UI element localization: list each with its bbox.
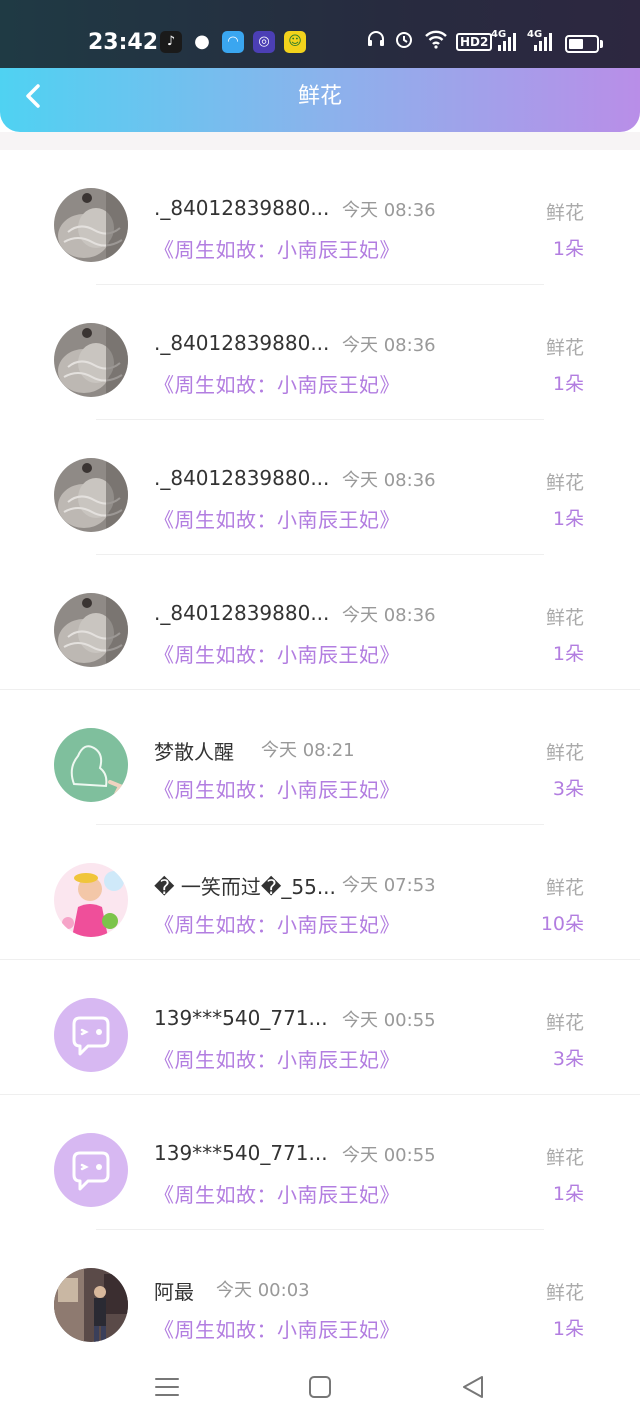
- back-button[interactable]: [18, 80, 58, 120]
- gift-time: 今天 07:53: [342, 875, 436, 896]
- gift-type-label: 鲜花: [545, 202, 584, 224]
- avatar[interactable]: [54, 1133, 128, 1207]
- sender-name: ._84012839880...: [154, 466, 330, 490]
- book-title[interactable]: 《周生如故：小南辰王妃》: [154, 1179, 400, 1208]
- gift-type-label: 鲜花: [545, 1282, 584, 1304]
- gift-type-label: 鲜花: [545, 472, 584, 494]
- gift-time: 今天 08:21: [261, 740, 355, 761]
- book-title[interactable]: 《周生如故：小南辰王妃》: [154, 1044, 400, 1073]
- avatar-photo: [54, 593, 128, 667]
- avatar-photo: [54, 728, 128, 802]
- sender-name: ._84012839880...: [154, 331, 330, 355]
- sender-name: � 一笑而过�_55...: [154, 875, 336, 899]
- gift-time: 今天 00:03: [216, 1280, 310, 1301]
- gift-count: 1朵: [552, 643, 584, 665]
- home-square-icon: [309, 1376, 331, 1398]
- list-item[interactable]: ._84012839880... 今天 08:36 《周生如故：小南辰王妃》 鲜花 1朵: [0, 150, 640, 285]
- system-nav-bar: [0, 1356, 640, 1422]
- gift-count: 1朵: [552, 238, 584, 260]
- chevron-left-icon: [26, 84, 40, 108]
- gift-count: 3朵: [552, 778, 584, 800]
- gift-type-label: 鲜花: [545, 742, 584, 764]
- book-title[interactable]: 《周生如故：小南辰王妃》: [154, 369, 400, 398]
- book-title[interactable]: 《周生如故：小南辰王妃》: [154, 639, 400, 668]
- avatar-photo: [54, 458, 128, 532]
- gift-type-label: 鲜花: [545, 877, 584, 899]
- avatar-photo: [54, 863, 128, 937]
- home-button[interactable]: [303, 1370, 337, 1404]
- wifi-icon: [424, 29, 448, 57]
- sender-name: ._84012839880...: [154, 601, 330, 625]
- avatar[interactable]: [54, 188, 128, 262]
- avatar[interactable]: [54, 323, 128, 397]
- list-item[interactable]: � 一笑而过�_55... 今天 07:53 《周生如故：小南辰王妃》 鲜花 10朵: [0, 825, 640, 960]
- gift-count: 1朵: [552, 373, 584, 395]
- status-right-icons: HD2 4G 4G: [0, 29, 640, 55]
- gift-time: 今天 08:36: [342, 335, 436, 356]
- gift-count: 1朵: [552, 1183, 584, 1205]
- list-item[interactable]: 阿最 今天 00:03 《周生如故：小南辰王妃》 鲜花 1朵: [0, 1230, 640, 1365]
- avatar-photo: [54, 188, 128, 262]
- avatar-default-chat: [54, 1133, 128, 1207]
- sender-name: 阿最: [154, 1280, 194, 1304]
- list-item[interactable]: 139***540_771... 今天 00:55 《周生如故：小南辰王妃》 鲜花 1朵: [0, 1095, 640, 1230]
- menu-button[interactable]: [150, 1370, 184, 1404]
- avatar[interactable]: [54, 863, 128, 937]
- sender-name: 139***540_771...: [154, 1006, 328, 1030]
- signal-icon-2: [534, 31, 552, 51]
- sender-name: 梦散人醒: [154, 740, 234, 764]
- avatar[interactable]: [54, 1268, 128, 1342]
- battery-icon: [565, 35, 603, 53]
- avatar[interactable]: [54, 998, 128, 1072]
- list-item[interactable]: ._84012839880... 今天 08:36 《周生如故：小南辰王妃》 鲜花 1朵: [0, 420, 640, 555]
- page-title: 鲜花: [297, 84, 342, 109]
- book-title[interactable]: 《周生如故：小南辰王妃》: [154, 1314, 400, 1343]
- avatar[interactable]: [54, 593, 128, 667]
- avatar[interactable]: [54, 458, 128, 532]
- gift-time: 今天 00:55: [342, 1010, 436, 1031]
- list-item[interactable]: ._84012839880... 今天 08:36 《周生如故：小南辰王妃》 鲜花 1朵: [0, 555, 640, 690]
- header-bar: 鲜花: [0, 68, 640, 132]
- gift-count: 1朵: [552, 508, 584, 530]
- gift-type-label: 鲜花: [545, 1147, 584, 1169]
- avatar-photo: [54, 323, 128, 397]
- avatar-default-chat: [54, 998, 128, 1072]
- header-spacer: [0, 132, 640, 150]
- gift-count: 3朵: [552, 1048, 584, 1070]
- signal-icon-1: [498, 31, 516, 51]
- sender-name: ._84012839880...: [154, 196, 330, 220]
- book-title[interactable]: 《周生如故：小南辰王妃》: [154, 504, 400, 533]
- gift-time: 今天 08:36: [342, 470, 436, 491]
- book-title[interactable]: 《周生如故：小南辰王妃》: [154, 234, 400, 263]
- list-item[interactable]: 139***540_771... 今天 00:55 《周生如故：小南辰王妃》 鲜花 3朵: [0, 960, 640, 1095]
- gift-time: 今天 08:36: [342, 200, 436, 221]
- hd-voice-badge: HD2: [456, 33, 493, 51]
- menu-icon: [155, 1378, 179, 1396]
- book-title[interactable]: 《周生如故：小南辰王妃》: [154, 909, 400, 938]
- list-item[interactable]: ._84012839880... 今天 08:36 《周生如故：小南辰王妃》 鲜花 1朵: [0, 285, 640, 420]
- back-nav-button[interactable]: [456, 1370, 490, 1404]
- flower-gift-list: ._84012839880... 今天 08:36 《周生如故：小南辰王妃》 鲜花 1朵…: [0, 150, 640, 1365]
- avatar[interactable]: [54, 728, 128, 802]
- avatar-photo: [54, 1268, 128, 1342]
- gift-type-label: 鲜花: [545, 607, 584, 629]
- gift-count: 10朵: [540, 913, 584, 935]
- gift-time: 今天 00:55: [342, 1145, 436, 1166]
- book-title[interactable]: 《周生如故：小南辰王妃》: [154, 774, 400, 803]
- gift-type-label: 鲜花: [545, 1012, 584, 1034]
- back-triangle-icon: [463, 1376, 483, 1398]
- alarm-icon: [394, 29, 414, 57]
- gift-time: 今天 08:36: [342, 605, 436, 626]
- sender-name: 139***540_771...: [154, 1141, 328, 1165]
- gift-type-label: 鲜花: [545, 337, 584, 359]
- list-item[interactable]: 梦散人醒 今天 08:21 《周生如故：小南辰王妃》 鲜花 3朵: [0, 690, 640, 825]
- gift-count: 1朵: [552, 1318, 584, 1340]
- headset-icon: [366, 29, 386, 57]
